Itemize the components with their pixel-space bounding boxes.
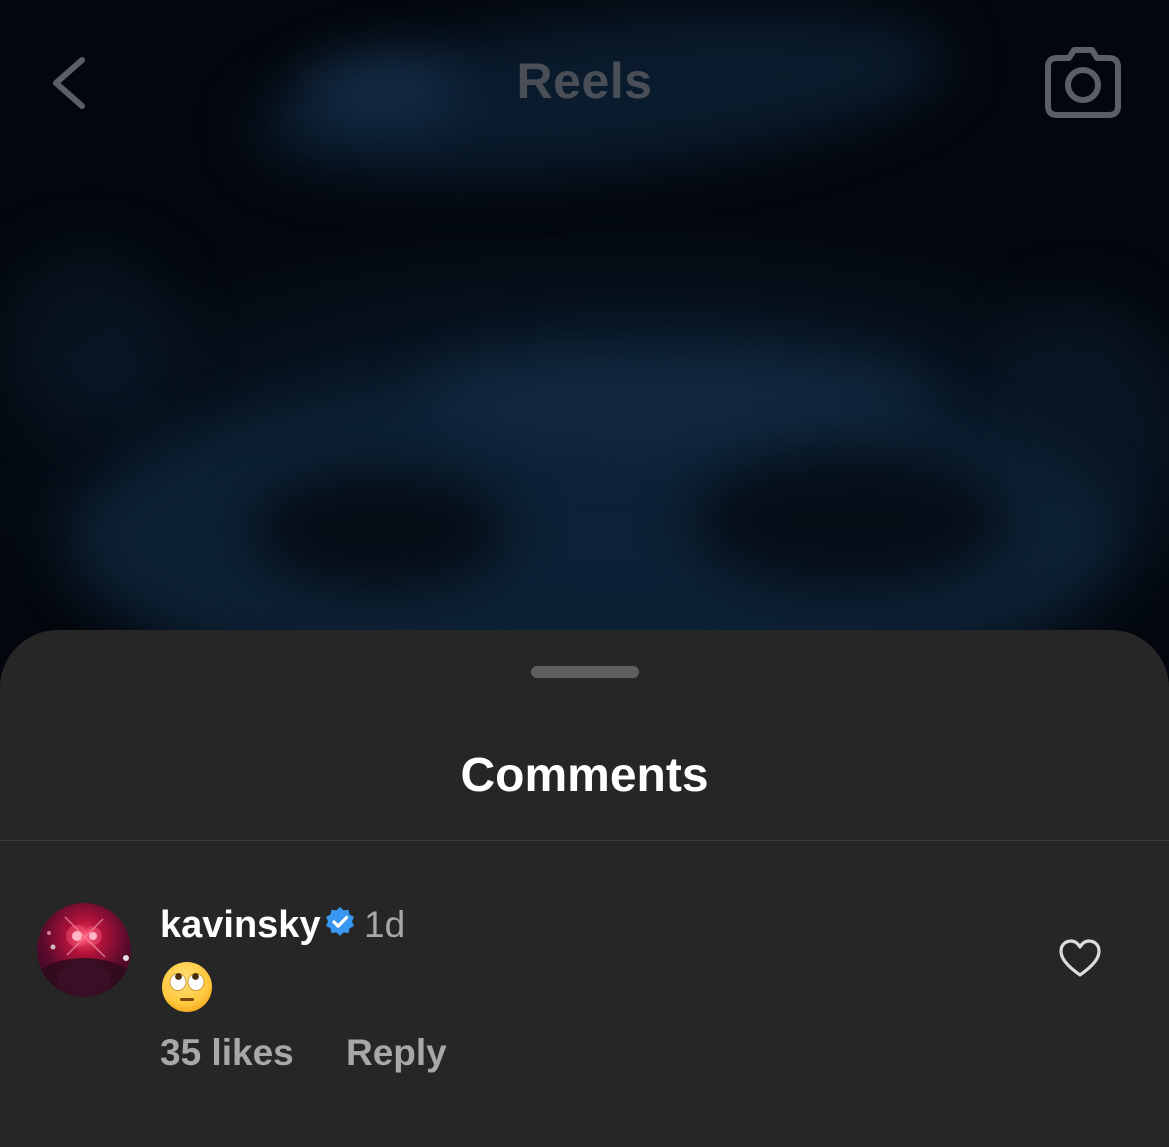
- page-title: Reels: [516, 53, 653, 109]
- camera-icon: [1045, 47, 1121, 118]
- verified-badge-icon: [326, 907, 354, 936]
- comment-likes-count[interactable]: 35 likes: [160, 1032, 294, 1074]
- comment-timestamp: 1d: [364, 904, 406, 945]
- sheet-grabber[interactable]: [531, 666, 639, 678]
- heart-icon: [1059, 939, 1101, 977]
- comments-title: Comments: [460, 749, 709, 802]
- reply-button[interactable]: Reply: [346, 1032, 447, 1074]
- avatar-image: [37, 916, 131, 997]
- comment-item: kavinsky 1d 35 likes Reply: [0, 900, 1169, 1100]
- camera-button[interactable]: [1043, 44, 1123, 120]
- divider: [0, 840, 1169, 841]
- avatar[interactable]: [37, 903, 131, 997]
- comments-sheet: Comments kavinsky 1d 35 likes Reply: [0, 630, 1169, 1147]
- eye-roll-emoji-icon: [162, 962, 212, 1012]
- comment-text: [160, 958, 220, 1018]
- reels-screen: Reels Comments kavinsky 1d 35 likes Repl…: [0, 0, 1169, 1147]
- reels-header: Reels: [0, 0, 1169, 170]
- like-comment-button[interactable]: [1056, 936, 1104, 980]
- comment-username[interactable]: kavinsky: [160, 904, 321, 947]
